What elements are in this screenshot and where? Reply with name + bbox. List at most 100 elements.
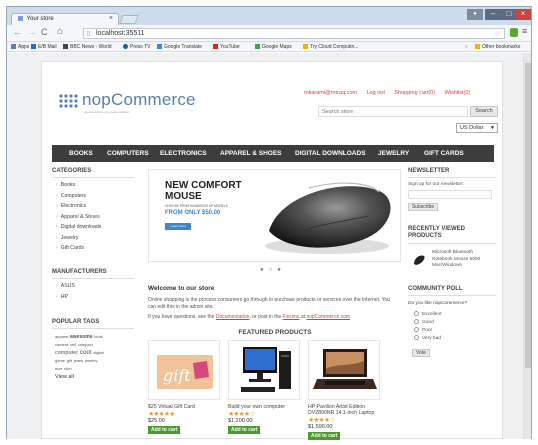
tag[interactable]: cell	[70, 342, 76, 347]
browser-tab[interactable]: Your store ×	[11, 13, 119, 25]
logo[interactable]: nopCommerce open-source e-commerce solut…	[58, 90, 198, 116]
tag[interactable]: gift	[67, 358, 72, 363]
store-page: nopCommerce open-source e-commerce solut…	[41, 61, 503, 440]
search-button[interactable]: Search	[470, 106, 498, 117]
category-jewelry[interactable]: Jewelry	[56, 235, 134, 246]
tag[interactable]: cool	[80, 349, 92, 356]
bookmark-apps[interactable]: Apps	[11, 42, 29, 52]
menu-icon[interactable]: ≡	[522, 26, 527, 36]
radio-icon[interactable]	[414, 311, 419, 316]
menu-item-jewelry[interactable]: JEWELRY	[378, 145, 409, 162]
tab-close-icon[interactable]: ×	[109, 15, 113, 22]
product-image[interactable]	[228, 340, 300, 400]
tag[interactable]: jewelry	[85, 358, 97, 363]
scrollbar[interactable]	[523, 53, 531, 439]
category-apparel[interactable]: Apparel & Shoes	[56, 214, 134, 225]
home-slider[interactable]: NEW COMFORT MOUSE CHOOSE FROM HUNDREDS O…	[148, 169, 401, 262]
nopcommerce-link[interactable]: nopCommerce.com	[306, 314, 350, 320]
documentation-link[interactable]: Documentation	[216, 314, 250, 320]
manufacturer-asus[interactable]: ASUS	[56, 283, 134, 294]
poll-option-excellent[interactable]: Excellent	[414, 311, 496, 319]
subscribe-button[interactable]: Subscribe	[408, 203, 438, 211]
add-to-cart-button[interactable]: Add to cart	[148, 426, 181, 434]
tag[interactable]: computer	[55, 350, 78, 356]
reload-icon[interactable]: C	[41, 27, 48, 37]
category-electronics[interactable]: Electronics	[56, 203, 134, 214]
menu-item-digital-downloads[interactable]: DIGITAL DOWNLOADS	[295, 145, 366, 162]
tag[interactable]: camera	[55, 342, 68, 347]
account-link[interactable]: mkarami@nrtraq.com	[304, 90, 357, 96]
manufacturer-hp[interactable]: HP	[56, 294, 134, 305]
tag[interactable]: apparel	[55, 334, 68, 339]
currency-select[interactable]: US Dollar ▼	[456, 123, 498, 133]
poll-option-good[interactable]: Good	[414, 319, 496, 327]
tag[interactable]: shirt	[64, 366, 72, 371]
radio-icon[interactable]	[414, 327, 419, 332]
menu-item-computers[interactable]: COMPUTERS	[107, 145, 149, 162]
cart-link[interactable]: Shopping cart(0)	[394, 90, 435, 96]
newsletter-email-input[interactable]	[408, 190, 492, 199]
tag[interactable]: compact	[78, 342, 93, 347]
tag[interactable]: jeans	[74, 358, 84, 363]
search-input[interactable]	[318, 106, 468, 117]
bookmark-cloud[interactable]: Try Cloud Computin...	[303, 42, 358, 52]
category-computers[interactable]: Computers	[56, 193, 134, 204]
bookmarks-more-icon[interactable]: »	[465, 42, 468, 52]
wishlist-link[interactable]: Wishlist(0)	[445, 90, 471, 96]
scrollbar-thumb[interactable]	[525, 63, 531, 368]
bookmark-maps[interactable]: Google Maps	[255, 42, 292, 52]
product-name[interactable]: Build your own computer	[228, 404, 300, 410]
radio-icon[interactable]	[414, 335, 419, 340]
translate-icon	[157, 44, 162, 49]
poll-option-poor[interactable]: Poor	[414, 327, 496, 335]
slider-dot-icon[interactable]: ●	[260, 267, 269, 273]
other-bookmarks[interactable]: Other bookmarks	[475, 42, 520, 52]
back-icon[interactable]: ←	[13, 27, 22, 37]
add-to-cart-button[interactable]: Add to cart	[228, 426, 261, 434]
product-name[interactable]: $25 Virtual Gift Card	[148, 404, 220, 410]
logout-link[interactable]: Log out	[367, 90, 385, 96]
menu-item-apparel[interactable]: APPAREL & SHOES	[220, 145, 282, 162]
bookmark-presstv[interactable]: Press TV	[123, 42, 150, 52]
minimize-button[interactable]: –	[485, 9, 501, 20]
product-name[interactable]: HP Pavilion Artist Edition DV2890NR 14.1…	[308, 404, 380, 416]
forward-icon[interactable]: →	[27, 27, 36, 37]
address-bar[interactable]: ▯ localhost:35511 ☆	[83, 28, 505, 39]
category-books[interactable]: Books	[56, 182, 134, 193]
tab-title: Your store	[26, 16, 54, 22]
extension-icon[interactable]	[510, 28, 518, 37]
bookmark-youtube[interactable]: YouTube	[213, 42, 240, 52]
slider-dot-icon[interactable]: ○	[269, 267, 278, 273]
tag[interactable]: book	[94, 334, 103, 339]
recently-viewed-item[interactable]: Microsoft Bluetooth Notebook Mouse 5000 …	[432, 250, 494, 270]
bookmark-mail[interactable]: E/B Mail	[31, 42, 57, 52]
user-icon[interactable]: ●	[467, 9, 483, 20]
menu-item-books[interactable]: BOOKS	[69, 145, 93, 162]
bookmark-translate[interactable]: Google Translate	[157, 42, 202, 52]
mouse-thumbnail[interactable]	[412, 254, 426, 266]
tag[interactable]: awesome	[70, 334, 93, 340]
banner-button[interactable]: Learn more	[165, 223, 191, 230]
product-hp-laptop: HP Pavilion Artist Edition DV2890NR 14.1…	[308, 340, 380, 440]
bookmark-star-icon[interactable]: ☆	[494, 29, 501, 38]
bookmark-bbc[interactable]: BBC News - World	[63, 42, 112, 52]
vote-button[interactable]: Vote	[412, 349, 430, 357]
add-to-cart-button[interactable]: Add to cart	[308, 432, 341, 440]
view-all-tags-link[interactable]: View all	[52, 374, 134, 380]
product-image[interactable]	[308, 340, 380, 400]
home-icon[interactable]: ⌂	[57, 26, 63, 37]
category-gift-cards[interactable]: Gift Cards	[56, 245, 134, 256]
radio-icon[interactable]	[414, 319, 419, 324]
tag[interactable]: digital	[93, 350, 103, 355]
tag[interactable]: game	[55, 358, 65, 363]
menu-item-gift-cards[interactable]: GIFT CARDS	[424, 145, 464, 162]
slider-dot-icon[interactable]: ●	[277, 267, 286, 273]
product-image[interactable]: gift	[148, 340, 220, 400]
forums-link[interactable]: Forums	[283, 314, 300, 320]
menu-item-electronics[interactable]: ELECTRONICS	[160, 145, 207, 162]
close-window-button[interactable]: ×	[515, 9, 531, 20]
category-digital-downloads[interactable]: Digital downloads	[56, 224, 134, 235]
tag[interactable]: nice	[55, 366, 62, 371]
new-tab-button[interactable]	[119, 15, 139, 24]
poll-option-very-bad[interactable]: Very bad	[414, 335, 496, 343]
